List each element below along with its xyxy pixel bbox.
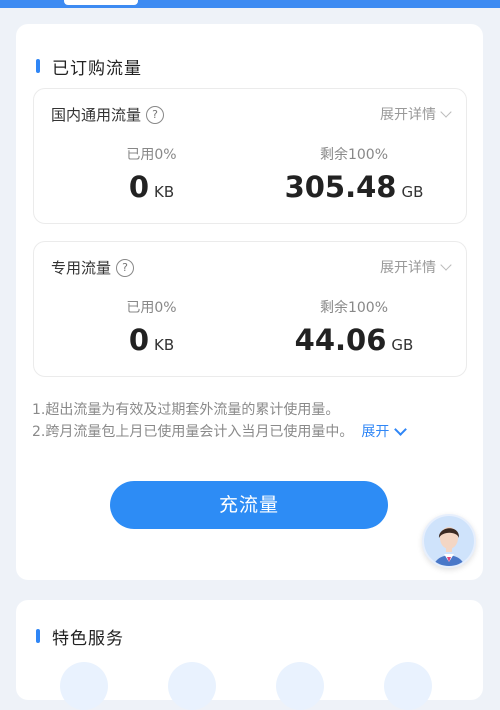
chevron-down-icon	[440, 105, 452, 118]
domestic-remaining-column: 剩余100% 305.48 GB	[254, 144, 454, 204]
remaining-unit: GB	[391, 336, 414, 354]
assistant-avatar-graphic	[424, 516, 474, 566]
features-section-title: 特色服务	[36, 624, 124, 649]
domestic-expand-details-button[interactable]: 展开详情	[380, 104, 452, 124]
service-icon[interactable]	[384, 662, 432, 710]
service-icon[interactable]	[60, 662, 108, 710]
notes-expand-label: 展开	[361, 424, 390, 440]
service-icon[interactable]	[276, 662, 324, 710]
note-line-2-row: 2.跨月流量包上月已使用量会计入当月已使用量中。 展开	[32, 421, 408, 443]
dedicated-traffic-header: 专用流量 ?	[51, 257, 135, 278]
used-value-row: 0 KB	[94, 170, 209, 204]
help-icon[interactable]: ?	[146, 105, 165, 124]
note-line-1: 1.超出流量为有效及过期套外流量的累计使用量。	[32, 402, 340, 418]
expand-details-label: 展开详情	[380, 260, 436, 276]
remaining-value: 305.48	[284, 170, 397, 204]
dedicated-traffic-box: 专用流量 ? 展开详情 已用0% 0 KB 剩余100% 44.06 GB	[33, 241, 467, 377]
used-value-row: 0 KB	[94, 323, 209, 357]
featured-services-card: 特色服务	[16, 600, 483, 710]
domestic-traffic-name: 国内通用流量	[51, 106, 142, 124]
dedicated-used-column: 已用0% 0 KB	[94, 297, 209, 357]
used-unit: KB	[154, 183, 175, 201]
purchased-traffic-card: 已订购流量 国内通用流量 ? 展开详情 已用0% 0 KB 剩余100% 305.…	[16, 24, 483, 580]
domestic-traffic-header: 国内通用流量 ?	[51, 104, 165, 125]
features-title: 特色服务	[52, 628, 124, 649]
remaining-label: 剩余100%	[319, 300, 389, 316]
remaining-value-row: 44.06 GB	[254, 323, 454, 357]
chevron-down-icon	[440, 258, 452, 271]
purchased-title: 已订购流量	[52, 58, 142, 79]
used-value: 0	[128, 170, 150, 204]
recharge-traffic-button[interactable]: 充流量	[110, 481, 388, 529]
remaining-unit: GB	[401, 183, 424, 201]
remaining-value-row: 305.48 GB	[254, 170, 454, 204]
remaining-label: 剩余100%	[319, 147, 389, 163]
dedicated-expand-details-button[interactable]: 展开详情	[380, 257, 452, 277]
service-icon[interactable]	[168, 662, 216, 710]
chevron-down-icon	[394, 423, 408, 436]
accent-bar	[36, 629, 40, 643]
top-tab-indicator	[64, 0, 138, 5]
dedicated-remaining-column: 剩余100% 44.06 GB	[254, 297, 454, 357]
assistant-avatar-icon[interactable]	[422, 514, 476, 568]
domestic-used-column: 已用0% 0 KB	[94, 144, 209, 204]
used-value: 0	[128, 323, 150, 357]
dedicated-traffic-name: 专用流量	[51, 259, 112, 277]
note-line-2: 2.跨月流量包上月已使用量会计入当月已使用量中。	[32, 424, 354, 440]
used-label: 已用0%	[126, 300, 177, 316]
purchased-section-title: 已订购流量	[36, 54, 142, 79]
used-unit: KB	[154, 336, 175, 354]
accent-bar	[36, 59, 40, 73]
remaining-value: 44.06	[294, 323, 387, 357]
notes-expand-button[interactable]: 展开	[361, 421, 408, 443]
help-icon[interactable]: ?	[116, 258, 135, 277]
domestic-traffic-box: 国内通用流量 ? 展开详情 已用0% 0 KB 剩余100% 305.48 GB	[33, 88, 467, 224]
expand-details-label: 展开详情	[380, 107, 436, 123]
traffic-notes: 1.超出流量为有效及过期套外流量的累计使用量。 2.跨月流量包上月已使用量会计入…	[32, 399, 408, 443]
used-label: 已用0%	[126, 147, 177, 163]
